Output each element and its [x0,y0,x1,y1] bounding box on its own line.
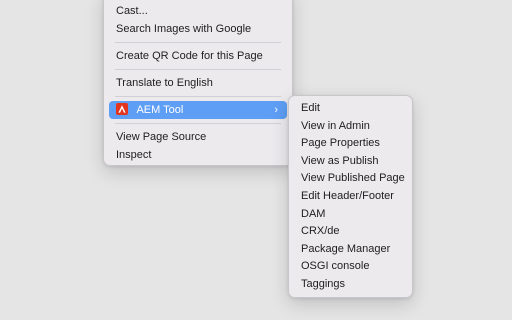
submenu-item-taggings[interactable]: Taggings [294,276,407,294]
menu-separator [115,96,281,97]
submenu-item-view-as-publish[interactable]: View as Publish [294,153,407,171]
context-menu: Cast... Search Images with Google Create… [103,0,293,166]
submenu-item-package-manager[interactable]: Package Manager [294,241,407,259]
menu-item-aem-tool[interactable]: AEM Tool › [109,101,287,119]
submenu-item-crx-de[interactable]: CRX/de [294,223,407,241]
submenu-item-dam[interactable]: DAM [294,206,407,224]
menu-item-cast[interactable]: Cast... [109,2,287,20]
menu-item-translate[interactable]: Translate to English [109,74,287,92]
submenu-item-edit-header-footer[interactable]: Edit Header/Footer [294,188,407,206]
menu-item-aem-tool-label: AEM Tool [136,104,184,116]
menu-separator [115,123,281,124]
menu-separator [115,42,281,43]
submenu-item-view-published-page[interactable]: View Published Page [294,170,407,188]
menu-separator [115,69,281,70]
aem-icon [116,103,128,115]
submenu-item-osgi-console[interactable]: OSGI console [294,258,407,276]
aem-tool-submenu: Edit View in Admin Page Properties View … [288,95,413,298]
menu-item-inspect[interactable]: Inspect [109,146,287,164]
menu-item-search-images[interactable]: Search Images with Google [109,20,287,38]
submenu-item-page-properties[interactable]: Page Properties [294,135,407,153]
menu-item-view-page-source[interactable]: View Page Source [109,128,287,146]
chevron-right-icon: › [274,104,278,116]
submenu-item-view-in-admin[interactable]: View in Admin [294,118,407,136]
menu-item-create-qr-code[interactable]: Create QR Code for this Page [109,47,287,65]
submenu-item-edit[interactable]: Edit [294,100,407,118]
